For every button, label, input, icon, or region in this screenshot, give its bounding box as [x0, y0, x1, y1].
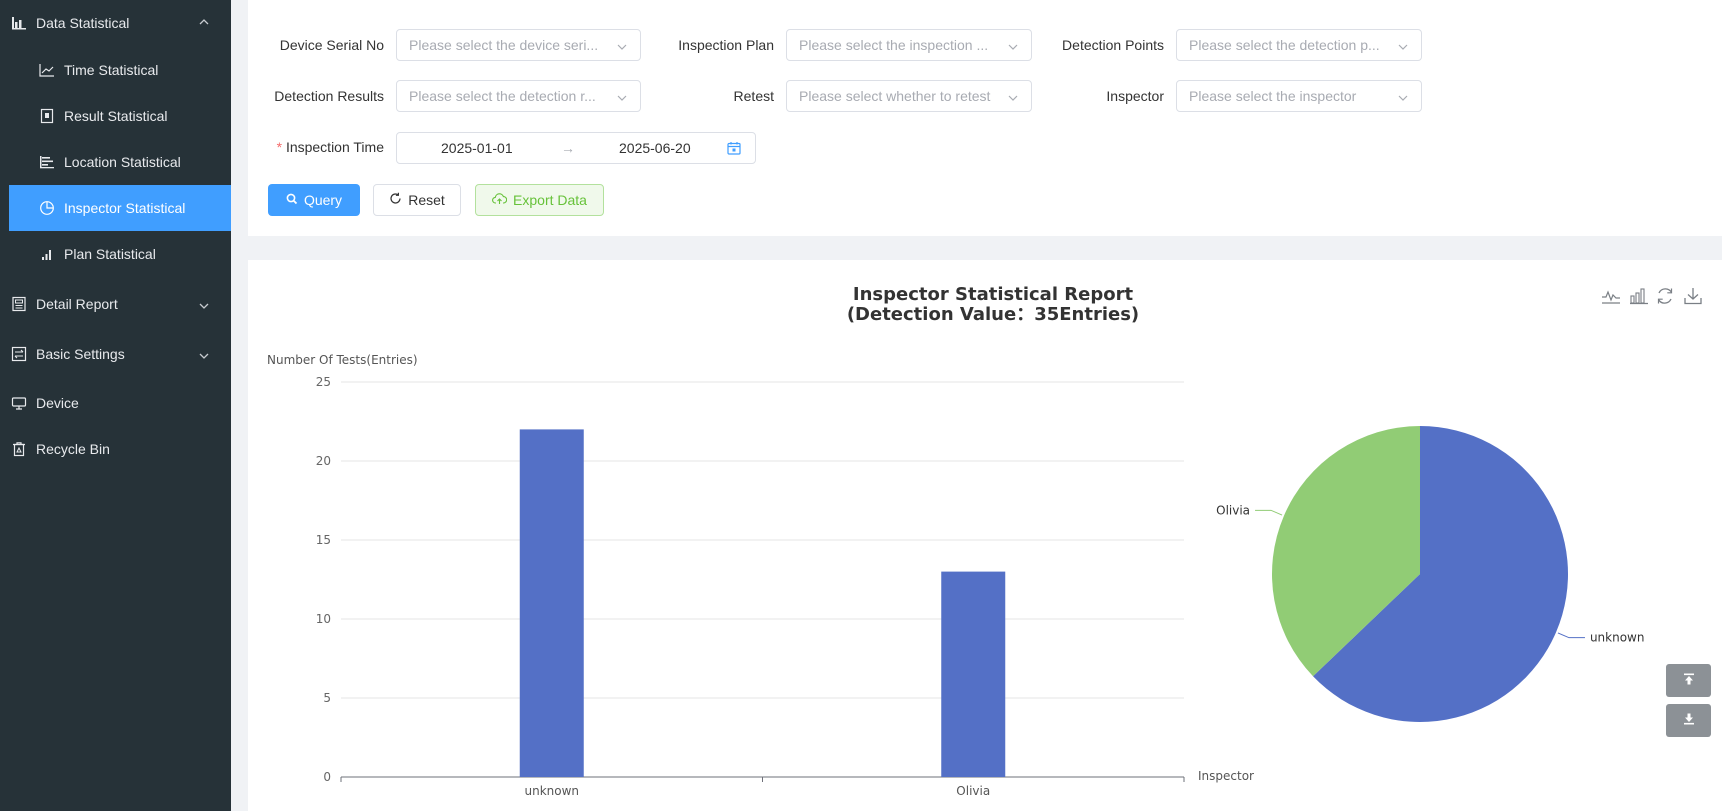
chart-title: Inspector Statistical Report — [853, 284, 1134, 305]
scroll-to-bottom-button[interactable] — [1666, 704, 1711, 737]
bar-chart-icon[interactable] — [1629, 286, 1649, 306]
x-tick-label: unknown — [524, 784, 579, 798]
bar-olivia[interactable] — [941, 571, 1006, 777]
scroll-to-top-button[interactable] — [1666, 664, 1711, 697]
y-tick-label: 0 — [323, 770, 331, 784]
y-tick-label: 10 — [316, 612, 331, 626]
bar-chart: 0 5 10 15 20 25 unknown Olivia — [316, 375, 1185, 798]
pie-label: unknown — [1590, 631, 1645, 645]
x-tick-label: Olivia — [956, 784, 990, 798]
scroll-top-icon — [1683, 672, 1695, 690]
restore-icon[interactable] — [1655, 286, 1675, 306]
y-tick-label: 5 — [323, 691, 331, 705]
y-tick-label: 25 — [316, 375, 331, 389]
line-chart-icon[interactable] — [1601, 286, 1621, 306]
y-tick-label: 20 — [316, 454, 331, 468]
chart-canvas: Inspector Statistical Report (Detection … — [267, 284, 1644, 798]
download-icon[interactable] — [1683, 286, 1703, 306]
pie-chart: unknown Olivia — [1216, 426, 1644, 722]
y-tick-label: 15 — [316, 533, 331, 547]
pie-label: Olivia — [1216, 503, 1250, 517]
bar-unknown[interactable] — [519, 429, 584, 777]
pie-label-line — [1557, 632, 1585, 639]
pie-label-line — [1255, 509, 1283, 516]
x-axis-label: Inspector — [1198, 769, 1254, 783]
chart-subtitle: (Detection Value：35Entries) — [847, 304, 1139, 325]
scroll-bottom-icon — [1683, 712, 1695, 730]
y-axis-label: Number Of Tests(Entries) — [267, 353, 418, 367]
